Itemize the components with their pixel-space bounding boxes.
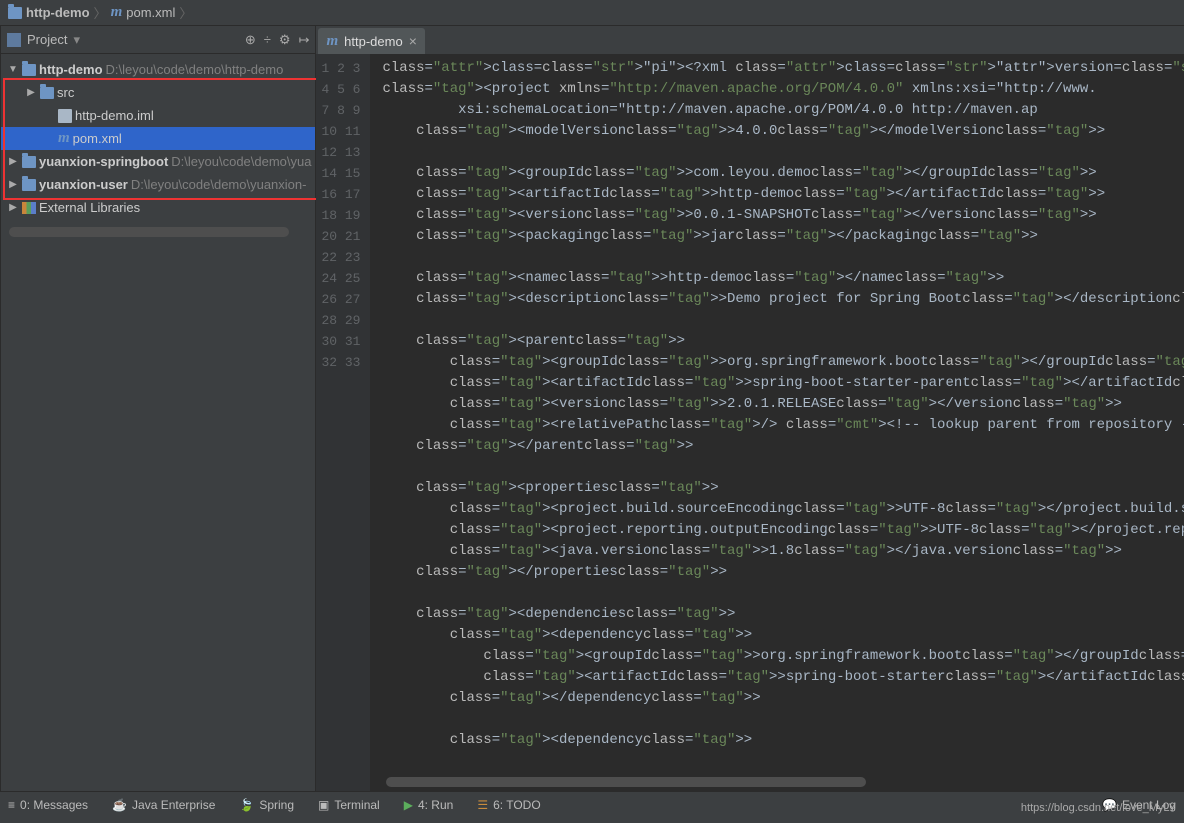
tree-row[interactable]: ▶ yuanxion-springboot D:\leyou\code\demo… [1, 150, 315, 173]
breadcrumb-project-label: http-demo [26, 5, 90, 20]
tree-path: D:\leyou\code\demo\yuanxion- [131, 177, 307, 192]
folder-icon [40, 87, 54, 99]
hide-icon[interactable]: ↦ [299, 32, 310, 48]
dropdown-icon[interactable]: ▾ [73, 32, 80, 48]
project-panel: Project ▾ ⊕ ÷ ⚙ ↦ ▼ http-demo D:\leyou\c… [1, 26, 316, 791]
watermark-text: https://blog.csdn.net/love_MyLY [1021, 802, 1176, 814]
horizontal-scrollbar[interactable] [9, 227, 289, 237]
caret-icon[interactable]: ▶ [7, 179, 19, 190]
target-icon[interactable]: ⊕ [245, 32, 256, 48]
collapse-icon[interactable]: ÷ [264, 32, 271, 47]
code-area[interactable]: class="attr">class=class="str">"pi"><?xm… [370, 54, 1184, 791]
gear-icon[interactable]: ⚙ [279, 32, 291, 48]
maven-file-icon: m [111, 4, 123, 21]
breadcrumb-file[interactable]: m pom.xml [111, 4, 176, 21]
project-tree[interactable]: ▼ http-demo D:\leyou\code\demo\http-demo… [1, 54, 315, 223]
breadcrumb-project[interactable]: http-demo [8, 5, 90, 20]
tab-label: http-demo [344, 34, 403, 49]
editor-area: m http-demo × ✓ 1 2 3 4 5 6 7 8 9 10 11 … [316, 26, 1184, 791]
maven-file-icon: m [326, 33, 338, 50]
tree-label: http-demo [39, 62, 103, 77]
tree-label: External Libraries [39, 200, 140, 215]
chevron-right-icon: 〉 [94, 3, 107, 22]
lib-icon [22, 202, 36, 214]
line-gutter: 1 2 3 4 5 6 7 8 9 10 11 12 13 14 15 16 1… [316, 54, 370, 791]
m-icon: m [58, 130, 70, 147]
tree-path: D:\leyou\code\demo\http-demo [106, 62, 284, 77]
folder-icon [22, 156, 36, 168]
status-bar: https://blog.csdn.net/love_MyLY [8, 797, 1176, 819]
tree-label: http-demo.iml [75, 108, 154, 123]
project-panel-title: Project [27, 32, 67, 47]
breadcrumb: http-demo 〉 m pom.xml 〉 [0, 0, 1184, 26]
tree-row[interactable]: http-demo.iml [1, 104, 315, 127]
tree-label: src [57, 85, 74, 100]
folder-icon [8, 7, 22, 19]
tree-row[interactable]: ▶ src [1, 81, 315, 104]
project-panel-header: Project ▾ ⊕ ÷ ⚙ ↦ [1, 26, 315, 54]
editor-tab[interactable]: m http-demo × [318, 28, 424, 54]
folder-icon [22, 179, 36, 191]
close-icon[interactable]: × [409, 33, 417, 49]
horizontal-scrollbar[interactable] [386, 777, 866, 787]
tree-row[interactable]: ▼ http-demo D:\leyou\code\demo\http-demo [1, 58, 315, 81]
editor-tabs: m http-demo × [316, 26, 1184, 54]
caret-icon[interactable]: ▶ [25, 87, 37, 98]
file-icon [58, 109, 72, 123]
project-icon [7, 33, 21, 47]
folder-icon [22, 64, 36, 76]
tree-row[interactable]: ▶ External Libraries [1, 196, 315, 219]
caret-icon[interactable]: ▼ [7, 64, 19, 75]
tree-row[interactable]: m pom.xml [1, 127, 315, 150]
chevron-right-icon: 〉 [179, 3, 192, 22]
tree-path: D:\leyou\code\demo\yua [171, 154, 311, 169]
tree-row[interactable]: ▶ yuanxion-user D:\leyou\code\demo\yuanx… [1, 173, 315, 196]
breadcrumb-file-label: pom.xml [126, 5, 175, 20]
tree-label: pom.xml [73, 131, 122, 146]
caret-icon[interactable]: ▶ [7, 156, 19, 167]
tree-label: yuanxion-user [39, 177, 128, 192]
caret-icon[interactable]: ▶ [7, 202, 19, 213]
tree-label: yuanxion-springboot [39, 154, 168, 169]
